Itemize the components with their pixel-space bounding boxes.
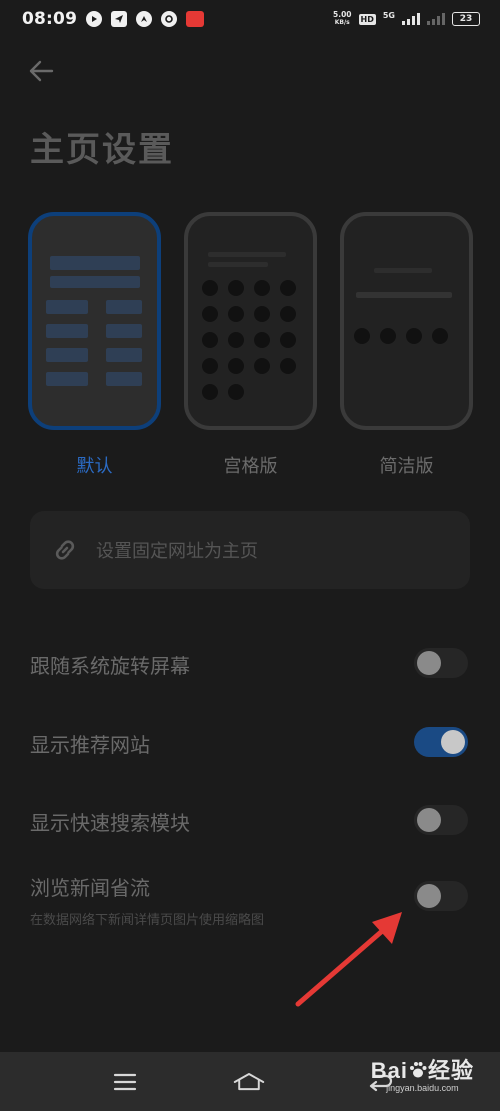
status-time: 08:09	[22, 9, 78, 29]
layout-selector: 默认 宫格版 简洁版	[28, 212, 474, 482]
battery-icon: 23	[452, 12, 480, 26]
set-homepage-url-button[interactable]: 设置固定网址为主页	[30, 511, 470, 589]
setting-title: 跟随系统旋转屏幕	[30, 654, 190, 678]
toggle-show-recommended-sites[interactable]	[414, 727, 468, 757]
annotation-arrow-icon	[295, 912, 402, 1007]
paw-icon	[409, 1062, 427, 1078]
layout-label-default: 默认	[76, 456, 113, 477]
layout-option-default[interactable]: 默认	[28, 212, 161, 478]
layout-option-grid[interactable]: 宫格版	[184, 212, 317, 478]
setting-title: 浏览新闻省流	[30, 876, 150, 900]
send-notification-icon	[111, 11, 128, 27]
page-title: 主页设置	[30, 130, 174, 170]
app-notification-icon	[186, 11, 205, 27]
link-icon	[55, 540, 75, 560]
signal-secondary-icon	[427, 13, 445, 25]
toggle-rotate-screen[interactable]	[414, 648, 468, 678]
chat-notification-icon	[161, 11, 178, 27]
layout-preview-simple	[340, 212, 473, 430]
compass-notification-icon	[136, 11, 153, 27]
menu-icon	[113, 1073, 137, 1091]
setting-title: 显示快速搜索模块	[30, 811, 190, 835]
setting-show-recommended-sites[interactable]: 显示推荐网站	[30, 727, 470, 758]
baidu-jingyan-watermark: Bai 经验 jingyan.baidu.com	[370, 1058, 474, 1093]
setting-quick-search-module[interactable]: 显示快速搜索模块	[30, 805, 470, 836]
layout-preview-grid	[184, 212, 317, 430]
toggle-news-data-saver[interactable]	[414, 881, 468, 911]
setting-title: 显示推荐网站	[30, 733, 150, 757]
network-speed: 5.00 KB/s	[333, 10, 352, 27]
arrow-left-icon	[29, 60, 54, 82]
setting-rotate-screen[interactable]: 跟随系统旋转屏幕	[30, 648, 470, 679]
play-notification-icon	[86, 11, 103, 27]
network-type: 5G	[382, 10, 395, 20]
home-button[interactable]	[233, 1066, 265, 1098]
set-homepage-url-label: 设置固定网址为主页	[96, 541, 258, 562]
home-icon	[233, 1073, 265, 1091]
toggle-quick-search-module[interactable]	[414, 805, 468, 835]
back-button[interactable]	[26, 56, 56, 86]
layout-label-simple: 简洁版	[379, 456, 434, 477]
layout-option-simple[interactable]: 简洁版	[340, 212, 473, 478]
signal-icon	[402, 13, 420, 25]
layout-label-grid: 宫格版	[223, 456, 278, 477]
menu-button[interactable]	[109, 1066, 141, 1098]
layout-preview-default	[28, 212, 161, 430]
hd-icon: HD	[358, 13, 376, 25]
status-bar: 08:09 5.00 KB/s HD 5G 23	[0, 0, 500, 38]
